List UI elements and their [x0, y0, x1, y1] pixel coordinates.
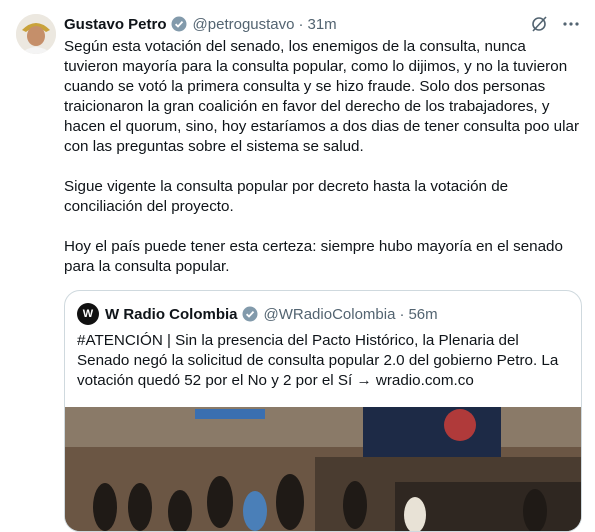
quoted-timestamp[interactable]: 56m [408, 306, 437, 323]
avatar[interactable] [16, 14, 56, 54]
quoted-media-image[interactable] [65, 407, 581, 531]
tweet-paragraph: Según esta votación del senado, los enem… [64, 38, 579, 155]
verified-badge-icon [242, 306, 258, 322]
separator: · [399, 305, 405, 323]
more-icon[interactable] [561, 14, 581, 34]
quoted-text: #ATENCIÓN | Sin la presencia del Pacto H… [77, 332, 559, 389]
quoted-handle[interactable]: @WRadioColombia [264, 306, 396, 323]
timestamp[interactable]: 31m [307, 16, 336, 33]
quoted-tweet[interactable]: W W Radio Colombia @WRadioColombia · 56m… [64, 290, 582, 532]
separator: · [298, 15, 304, 33]
quoted-header: W W Radio Colombia @WRadioColombia · 56m [77, 303, 438, 325]
tweet-paragraph: Sigue vigente la consulta popular por de… [64, 178, 509, 215]
tweet-text: Según esta votación del senado, los enem… [64, 37, 584, 297]
tweet-header: Gustavo Petro @petrogustavo · 31m [64, 14, 337, 34]
quoted-author-name[interactable]: W Radio Colombia [105, 306, 238, 323]
verified-badge-icon [171, 16, 187, 32]
author-handle[interactable]: @petrogustavo [193, 16, 295, 33]
grok-icon[interactable] [529, 14, 549, 34]
author-name[interactable]: Gustavo Petro [64, 16, 167, 33]
tweet[interactable]: Gustavo Petro @petrogustavo · 31m Según … [0, 0, 595, 532]
tweet-paragraph: Hoy el país puede tener esta certeza: si… [64, 238, 563, 275]
quoted-avatar[interactable]: W [77, 303, 99, 325]
